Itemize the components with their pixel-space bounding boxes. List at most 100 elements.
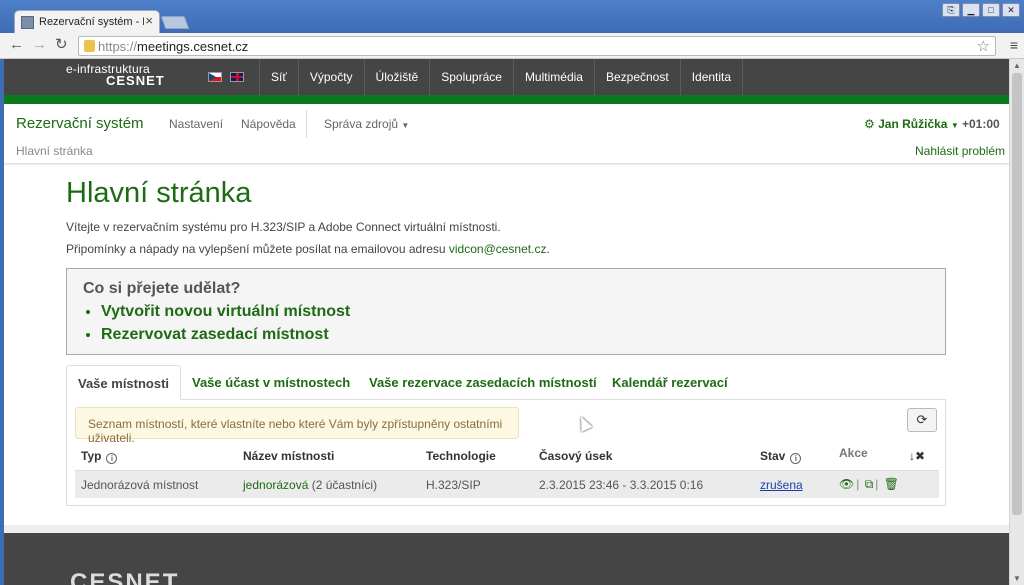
caret-down-icon: ▼ — [401, 121, 410, 130]
quick-actions-box: Co si přejete udělat? Vytvořit novou vir… — [66, 268, 946, 355]
nav-settings[interactable]: Nastavení — [169, 117, 223, 131]
site-nav-item-uloziste[interactable]: Úložiště — [363, 59, 430, 95]
sort-clear-icon[interactable]: ↓✖ — [909, 449, 925, 463]
tab-your-participation[interactable]: Vaše účast v místnostech — [192, 375, 350, 390]
nav-resources-dropdown[interactable]: Správa zdrojů ▼ — [324, 117, 409, 131]
nav-separator — [306, 110, 307, 138]
row-state-cell: zrušena — [760, 478, 803, 492]
row-name-cell: jednorázová (2 účastníci) — [243, 478, 377, 492]
green-divider — [4, 95, 1009, 104]
tab-close-icon[interactable]: × — [145, 14, 153, 28]
reload-icon[interactable]: ↻ — [55, 36, 68, 54]
duplicate-icon[interactable]: ⧉ — [865, 477, 874, 491]
refresh-icon: ⟳ — [916, 412, 928, 427]
row-slot: 2.3.2015 23:46 - 3.3.2015 0:16 — [539, 478, 704, 492]
nav-help[interactable]: Nápověda — [241, 117, 296, 131]
site-nav-item-multimedia[interactable]: Multimédia — [512, 59, 594, 95]
browser-tab[interactable]: Rezervační systém - Hlav × — [14, 10, 160, 33]
site-topnav: e-infrastruktura CESNET Síť Výpočty Úlož… — [4, 59, 1009, 95]
info-icon[interactable]: i — [106, 453, 118, 464]
tab-title: Rezervační systém - Hlav — [39, 16, 144, 28]
breadcrumb: Hlavní stránka — [16, 144, 93, 158]
caret-down-icon: ▼ — [950, 121, 959, 130]
feedback-prefix: Připomínky a nápady na vylepšení můžete … — [66, 242, 449, 256]
column-type-label: Typ — [81, 449, 102, 463]
column-header-name[interactable]: Název místnosti — [243, 449, 334, 463]
timezone-label[interactable]: +01:00 — [962, 117, 1000, 131]
rooms-panel: Seznam místností, které vlastníte nebo k… — [66, 399, 946, 506]
cesnet-logo[interactable]: e-infrastruktura CESNET — [66, 63, 165, 87]
site-nav-item-spoluprace[interactable]: Spolupráce — [429, 59, 513, 95]
row-type: Jednorázová místnost — [81, 478, 199, 492]
browser-toolbar: ← → ↻ https://meetings.cesnet.cz ☆ ≡ — [0, 33, 1024, 59]
bookmark-star-icon[interactable]: ☆ — [977, 37, 990, 55]
table-row: Jednorázová místnost jednorázová (2 účas… — [75, 470, 939, 498]
favicon-icon — [21, 16, 34, 29]
scroll-up-icon[interactable]: ▲ — [1013, 61, 1021, 70]
column-header-actions: Akce — [839, 446, 868, 460]
user-menu[interactable]: ⚙ Jan Růžička ▼ — [864, 117, 959, 131]
page-footer: CESNET — [4, 533, 1009, 585]
room-name-link[interactable]: jednorázová — [243, 478, 308, 492]
view-eye-icon[interactable]: 👁 — [839, 477, 854, 491]
new-tab-button[interactable] — [160, 16, 190, 29]
email-link[interactable]: vidcon@cesnet.cz — [449, 242, 547, 256]
column-header-technology[interactable]: Technologie — [426, 449, 496, 463]
forward-arrow-icon[interactable]: → — [32, 36, 47, 54]
report-problem-link[interactable]: Nahlásit problém — [915, 144, 1005, 158]
browser-menu-icon[interactable]: ≡ — [1010, 37, 1018, 53]
intro-text: Vítejte v rezervačním systému pro H.323/… — [66, 220, 501, 234]
column-header-type[interactable]: Typ i — [81, 449, 118, 464]
feedback-suffix: . — [546, 242, 550, 256]
site-nav-items: Síť Výpočty Úložiště Spolupráce Multiméd… — [259, 59, 744, 95]
app-brand[interactable]: Rezervační systém — [16, 115, 144, 132]
info-icon[interactable]: i — [790, 453, 802, 464]
footer-logo: CESNET — [70, 569, 180, 585]
czech-flag-icon[interactable] — [208, 72, 222, 82]
column-header-slot[interactable]: Časový úsek — [539, 449, 612, 463]
browser-titlebar: Rezervační systém - Hlav × ⎘ ▁ □ ✕ — [0, 0, 1024, 33]
refresh-button[interactable]: ⟳ — [907, 408, 937, 432]
main-content: Hlavní stránka Vítejte v rezervačním sys… — [4, 165, 1009, 525]
row-participants: (2 účastníci) — [308, 478, 378, 492]
logo-line2: CESNET — [106, 73, 165, 88]
tab-your-rooms[interactable]: Vaše místnosti — [66, 365, 182, 400]
window-maximize-icon[interactable]: □ — [982, 3, 1000, 17]
quick-actions-list: Vytvořit novou virtuální místnost Rezerv… — [101, 303, 350, 349]
site-nav-item-vypocty[interactable]: Výpočty — [297, 59, 364, 95]
back-arrow-icon[interactable]: ← — [9, 36, 24, 54]
user-name: Jan Růžička — [878, 117, 948, 131]
address-bar[interactable]: https://meetings.cesnet.cz ☆ — [78, 36, 996, 56]
language-flags — [208, 72, 244, 82]
page-title: Hlavní stránka — [66, 177, 252, 209]
window-minimize-icon[interactable]: ▁ — [962, 3, 980, 17]
window-restore-icon[interactable]: ⎘ — [942, 3, 960, 17]
window-close-icon[interactable]: ✕ — [1002, 3, 1020, 17]
scroll-thumb[interactable] — [1012, 73, 1022, 515]
tab-your-reservations[interactable]: Vaše rezervace zasedacích místností — [369, 375, 597, 390]
feedback-text: Připomínky a nápady na vylepšení můžete … — [66, 242, 550, 256]
row-actions: 👁 | ⧉ | 🗑 — [839, 477, 899, 491]
create-virtual-room-link[interactable]: Vytvořit novou virtuální místnost — [101, 303, 350, 326]
app-header: Rezervační systém Nastavení Nápověda Spr… — [4, 104, 1009, 164]
url-protocol: https:// — [98, 39, 138, 54]
site-nav-item-identita[interactable]: Identita — [679, 59, 744, 95]
row-technology: H.323/SIP — [426, 478, 481, 492]
quick-actions-title: Co si přejete udělat? — [83, 280, 241, 297]
page-viewport: e-infrastruktura CESNET Síť Výpočty Úlož… — [4, 59, 1009, 585]
site-nav-item-sit[interactable]: Síť — [259, 59, 298, 95]
site-nav-item-bezpecnost[interactable]: Bezpečnost — [593, 59, 680, 95]
uk-flag-icon[interactable] — [230, 72, 244, 82]
column-header-state[interactable]: Stav i — [760, 449, 802, 464]
window-controls: ⎘ ▁ □ ✕ — [942, 3, 1020, 17]
url-host: meetings.cesnet.cz — [137, 39, 249, 54]
reserve-meeting-room-link[interactable]: Rezervovat zasedací místnost — [101, 326, 350, 349]
scroll-down-icon[interactable]: ▼ — [1013, 574, 1021, 583]
column-state-label: Stav — [760, 449, 786, 463]
status-link[interactable]: zrušena — [760, 478, 803, 492]
page-scrollbar[interactable]: ▲ ▼ — [1009, 59, 1024, 585]
info-alert: Seznam místností, které vlastníte nebo k… — [75, 407, 519, 445]
lock-icon — [84, 40, 95, 52]
tab-reservation-calendar[interactable]: Kalendář rezervací — [612, 375, 728, 390]
trash-icon[interactable]: 🗑 — [884, 477, 899, 491]
